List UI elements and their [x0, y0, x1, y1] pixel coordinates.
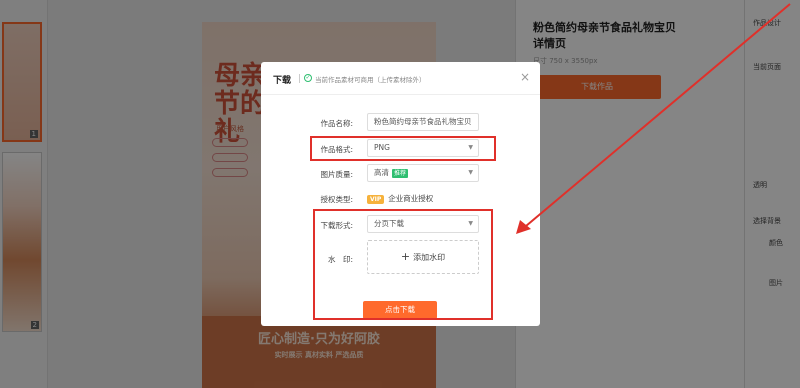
annotation-arrow [516, 3, 791, 234]
